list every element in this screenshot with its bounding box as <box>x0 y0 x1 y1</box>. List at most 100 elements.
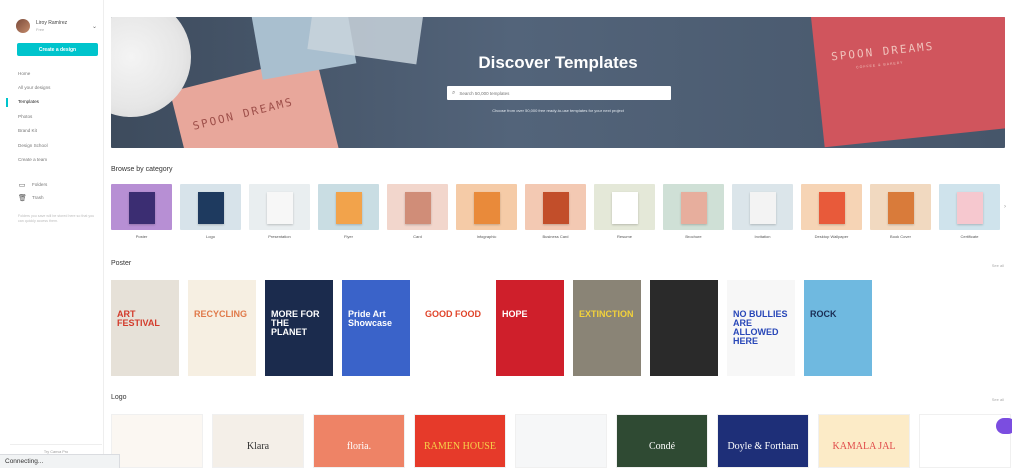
logo-template-card[interactable]: Klara <box>212 414 304 468</box>
poster-template-card[interactable]: MORE FOR THE PLANET <box>265 280 333 376</box>
sidebar-item-trash[interactable]: 🗑 Trash <box>0 191 104 204</box>
category-thumbnail <box>663 184 724 230</box>
poster-template-card[interactable]: ROCK <box>804 280 872 376</box>
trash-icon: 🗑 <box>18 194 27 202</box>
sidebar-item-label: Brand Kit <box>18 128 37 134</box>
sidebar-item-label: Create a team <box>18 157 48 163</box>
poster-template-card[interactable]: NO BULLIES ARE ALLOWED HERE <box>727 280 795 376</box>
logo-template-card[interactable] <box>515 414 607 468</box>
sidebar-item-create-a-team[interactable]: Create a team <box>0 152 104 166</box>
sidebar-item-label: Templates <box>18 99 39 105</box>
browser-status-bar: Connecting... <box>0 454 120 468</box>
poster-template-card[interactable]: ART FESTIVAL <box>111 280 179 376</box>
poster-template-card[interactable] <box>650 280 718 376</box>
canva-templates-page: Liroy Ramírez Free ⌄ Create a design Hom… <box>0 0 1012 468</box>
category-tile-desktop-wallpaper[interactable]: Desktop Wallpaper <box>801 184 862 244</box>
logo-template-card[interactable] <box>111 414 203 468</box>
logo-text: KAMALA JAL <box>832 441 896 452</box>
category-carousel: Poster Logo Presentation Flyer Card Infograph… <box>111 184 1005 244</box>
sidebar-item-brand-kit[interactable]: Brand Kit <box>0 124 104 138</box>
category-tile-infographic[interactable]: Infographic <box>456 184 517 244</box>
logo-text: Condé <box>648 441 676 452</box>
category-tile-book-cover[interactable]: Book Cover <box>870 184 931 244</box>
chevron-right-icon[interactable]: › <box>1004 204 1006 210</box>
logo-text: RAMEN HOUSE <box>424 441 496 452</box>
hero-card-red <box>811 17 1005 148</box>
chevron-down-icon[interactable]: ⌄ <box>92 23 97 30</box>
category-tile-resume[interactable]: Resume <box>594 184 655 244</box>
category-label: Invitation <box>754 234 771 239</box>
section-title-logo: Logo <box>111 394 127 401</box>
poster-title-text: MORE FOR THE PLANET <box>271 309 320 337</box>
poster-template-card[interactable]: GOOD FOOD <box>419 280 487 376</box>
category-label: Desktop Wallpaper <box>814 234 849 239</box>
logo-text: Klara <box>246 441 270 452</box>
category-tile-certificate[interactable]: Certificate <box>939 184 1000 244</box>
sidebar-item-home[interactable]: Home <box>0 66 104 80</box>
section-title-poster: Poster <box>111 260 132 267</box>
create-design-button[interactable]: Create a design <box>17 43 98 56</box>
avatar <box>16 19 30 33</box>
category-thumbnail <box>801 184 862 230</box>
logo-template-row: Klara floria. RAMEN HOUSE Condé Doyle & Fort… <box>111 414 1011 468</box>
category-label: Brochure <box>685 234 702 239</box>
category-tile-logo[interactable]: Logo <box>180 184 241 244</box>
category-label: Resume <box>617 234 632 239</box>
poster-see-all-link[interactable]: See all <box>992 263 1004 268</box>
hero-banner: SPOON DREAMS SPOON DREAMS COFFEE & BAKER… <box>111 17 1005 148</box>
sidebar-item-label: Photos <box>18 113 33 119</box>
category-tile-card[interactable]: Card <box>387 184 448 244</box>
logo-text: floria. <box>346 441 372 452</box>
category-label: Logo <box>206 234 215 239</box>
search-icon: ⌕ <box>452 89 456 96</box>
category-tile-presentation[interactable]: Presentation <box>249 184 310 244</box>
category-tile-flyer[interactable]: Flyer <box>318 184 379 244</box>
profile-switcher[interactable]: Liroy Ramírez Free ⌄ <box>16 16 100 36</box>
poster-template-card[interactable]: HOPE <box>496 280 564 376</box>
category-thumbnail <box>318 184 379 230</box>
poster-title-text: RECYCLING <box>194 309 248 319</box>
category-thumbnail <box>594 184 655 230</box>
poster-template-card[interactable]: RECYCLING <box>188 280 256 376</box>
help-chat-button[interactable] <box>996 418 1012 434</box>
sidebar-item-templates[interactable]: Templates <box>0 95 104 109</box>
category-tile-invitation[interactable]: Invitation <box>732 184 793 244</box>
category-thumbnail <box>870 184 931 230</box>
template-search-box[interactable]: ⌕ <box>447 86 671 100</box>
category-tile-business-card[interactable]: Business Card <box>525 184 586 244</box>
sidebar-item-photos[interactable]: Photos <box>0 109 104 123</box>
search-input[interactable] <box>459 90 660 96</box>
logo-see-all-link[interactable]: See all <box>992 397 1004 402</box>
sidebar-item-all-your-designs[interactable]: All your designs <box>0 80 104 94</box>
folders-help-text: Folders you save will be stored here so … <box>18 214 95 223</box>
category-thumbnail <box>939 184 1000 230</box>
logo-template-card[interactable]: Condé <box>616 414 708 468</box>
poster-template-row: ART FESTIVAL RECYCLING MORE FOR THE PLANET… <box>111 280 872 376</box>
sidebar-item-label: Trash <box>32 195 44 200</box>
poster-template-card[interactable]: EXTINCTION <box>573 280 641 376</box>
sidebar-item-design-school[interactable]: Design School <box>0 138 104 152</box>
category-thumbnail <box>456 184 517 230</box>
poster-title-text: Pride Art Showcase <box>348 309 393 328</box>
logo-template-card[interactable]: floria. <box>313 414 405 468</box>
logo-template-card[interactable]: Doyle & Fortham <box>717 414 809 468</box>
logo-template-card[interactable]: RAMEN HOUSE <box>414 414 506 468</box>
hero-subtitle: Choose from over 50,000 free ready-to-us… <box>492 108 624 113</box>
profile-name: Liroy Ramírez <box>36 20 68 26</box>
page-title: Discover Templates <box>478 53 638 72</box>
poster-title-text: ROCK <box>810 309 837 319</box>
category-tile-poster[interactable]: Poster <box>111 184 172 244</box>
category-thumbnail <box>249 184 310 230</box>
category-thumbnail <box>387 184 448 230</box>
category-label: Presentation <box>268 234 291 239</box>
category-tile-brochure[interactable]: Brochure <box>663 184 724 244</box>
poster-template-card[interactable]: Pride Art Showcase <box>342 280 410 376</box>
category-thumbnail <box>111 184 172 230</box>
category-label: Business Card <box>542 234 569 239</box>
logo-template-card[interactable]: KAMALA JAL <box>818 414 910 468</box>
poster-title-text: ART FESTIVAL <box>117 309 160 328</box>
sidebar-item-folders[interactable]: ▭ Folders <box>0 178 104 191</box>
folder-icon: ▭ <box>18 181 26 189</box>
category-label: Book Cover <box>890 234 911 239</box>
poster-title-text: GOOD FOOD <box>425 309 481 319</box>
